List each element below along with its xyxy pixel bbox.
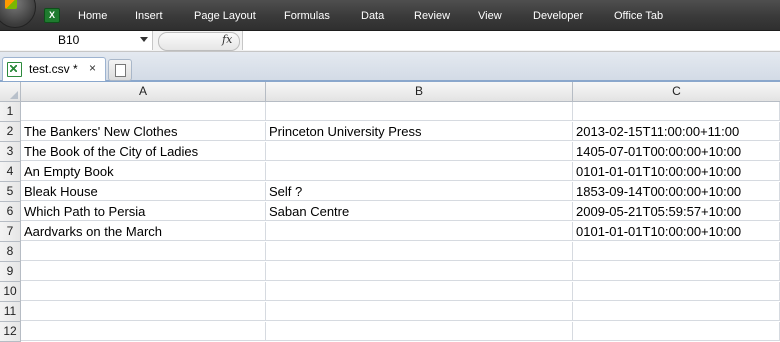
cell-b1[interactable]: [266, 102, 573, 121]
row-header[interactable]: 3: [0, 142, 21, 162]
document-tab-strip: test.csv * ×: [0, 52, 780, 82]
column-header-c[interactable]: C: [573, 82, 780, 102]
formula-bar: B10 fx: [0, 31, 780, 52]
cell-c1[interactable]: [573, 102, 780, 121]
cell-b10[interactable]: [266, 282, 573, 301]
row-header[interactable]: 8: [0, 242, 21, 262]
row-header[interactable]: 9: [0, 262, 21, 282]
name-box-value: B10: [58, 33, 80, 47]
table-row: 10: [0, 282, 780, 302]
spreadsheet-grid: A B C 1 2 The Bankers' New Clothes Princeto…: [0, 82, 780, 342]
cell-a10[interactable]: [21, 282, 266, 301]
cell-c10[interactable]: [573, 282, 780, 301]
tab-home[interactable]: Home: [78, 9, 107, 23]
cell-c4[interactable]: 0101-01-01T10:00:00+10:00: [573, 162, 780, 181]
table-row: 5 Bleak House Self ? 1853-09-14T00:00:00+10…: [0, 182, 780, 202]
cell-a9[interactable]: [21, 262, 266, 281]
row-header[interactable]: 4: [0, 162, 21, 182]
cell-c7[interactable]: 0101-01-01T10:00:00+10:00: [573, 222, 780, 241]
row-header[interactable]: 6: [0, 202, 21, 222]
tab-formulas[interactable]: Formulas: [284, 9, 330, 23]
column-header-row: A B C: [0, 82, 780, 102]
tab-page-layout[interactable]: Page Layout: [194, 9, 256, 23]
column-header-a[interactable]: A: [21, 82, 266, 102]
excel-icon[interactable]: X: [44, 8, 60, 23]
row-header[interactable]: 11: [0, 302, 21, 322]
formula-input[interactable]: [242, 31, 780, 50]
table-row: 2 The Bankers' New Clothes Princeton Unive…: [0, 122, 780, 142]
insert-function-icon[interactable]: fx: [222, 33, 232, 46]
cell-b3[interactable]: [266, 142, 573, 161]
table-row: 8: [0, 242, 780, 262]
row-header[interactable]: 10: [0, 282, 21, 302]
cell-b4[interactable]: [266, 162, 573, 181]
table-row: 1: [0, 102, 780, 122]
row-header[interactable]: 5: [0, 182, 21, 202]
cell-a5[interactable]: Bleak House: [21, 182, 266, 201]
row-header[interactable]: 1: [0, 102, 21, 122]
chevron-down-icon[interactable]: [140, 37, 148, 42]
cell-a3[interactable]: The Book of the City of Ladies: [21, 142, 266, 161]
new-document-icon: [115, 64, 126, 77]
document-tab[interactable]: test.csv * ×: [2, 57, 106, 81]
cell-a7[interactable]: Aardvarks on the March: [21, 222, 266, 241]
table-row: 7 Aardvarks on the March 0101-01-01T10:00:…: [0, 222, 780, 242]
cell-a6[interactable]: Which Path to Persia: [21, 202, 266, 221]
table-row: 4 An Empty Book 0101-01-01T10:00:00+10:00: [0, 162, 780, 182]
cell-a8[interactable]: [21, 242, 266, 261]
cell-a4[interactable]: An Empty Book: [21, 162, 266, 181]
cell-c3[interactable]: 1405-07-01T00:00:00+10:00: [573, 142, 780, 161]
table-row: 11: [0, 302, 780, 322]
cell-b6[interactable]: Saban Centre: [266, 202, 573, 221]
close-icon[interactable]: ×: [89, 61, 96, 75]
cell-a1[interactable]: [21, 102, 266, 121]
cell-b9[interactable]: [266, 262, 573, 281]
cell-c11[interactable]: [573, 302, 780, 321]
name-box[interactable]: B10: [0, 31, 153, 50]
column-header-b[interactable]: B: [266, 82, 573, 102]
cell-b12[interactable]: [266, 322, 573, 341]
tab-developer[interactable]: Developer: [533, 9, 583, 23]
row-header[interactable]: 2: [0, 122, 21, 142]
tab-office-tab[interactable]: Office Tab: [614, 9, 663, 23]
office-logo-icon: [5, 0, 17, 9]
tab-view[interactable]: View: [478, 9, 502, 23]
row-header[interactable]: 7: [0, 222, 21, 242]
cell-b11[interactable]: [266, 302, 573, 321]
row-header[interactable]: 12: [0, 322, 21, 342]
cell-c8[interactable]: [573, 242, 780, 261]
tab-insert[interactable]: Insert: [135, 9, 163, 23]
cell-c5[interactable]: 1853-09-14T00:00:00+10:00: [573, 182, 780, 201]
select-all-button[interactable]: [0, 82, 21, 102]
office-button[interactable]: [0, 0, 36, 28]
cell-b8[interactable]: [266, 242, 573, 261]
cell-b5[interactable]: Self ?: [266, 182, 573, 201]
cell-c12[interactable]: [573, 322, 780, 341]
excel-file-icon: [7, 62, 22, 77]
cell-b7[interactable]: [266, 222, 573, 241]
cell-c9[interactable]: [573, 262, 780, 281]
cell-c6[interactable]: 2009-05-21T05:59:57+10:00: [573, 202, 780, 221]
tab-data[interactable]: Data: [361, 9, 384, 23]
cell-a2[interactable]: The Bankers' New Clothes: [21, 122, 266, 141]
new-document-button[interactable]: [108, 59, 132, 81]
cell-c2[interactable]: 2013-02-15T11:00:00+11:00: [573, 122, 780, 141]
table-row: 9: [0, 262, 780, 282]
table-row: 12: [0, 322, 780, 342]
cell-a11[interactable]: [21, 302, 266, 321]
tab-review[interactable]: Review: [414, 9, 450, 23]
ribbon-bar: X Home Insert Page Layout Formulas Data …: [0, 0, 780, 31]
document-tab-label: test.csv *: [29, 62, 78, 76]
cell-a12[interactable]: [21, 322, 266, 341]
cell-b2[interactable]: Princeton University Press: [266, 122, 573, 141]
table-row: 6 Which Path to Persia Saban Centre 2009-05…: [0, 202, 780, 222]
table-row: 3 The Book of the City of Ladies 1405-07-0…: [0, 142, 780, 162]
